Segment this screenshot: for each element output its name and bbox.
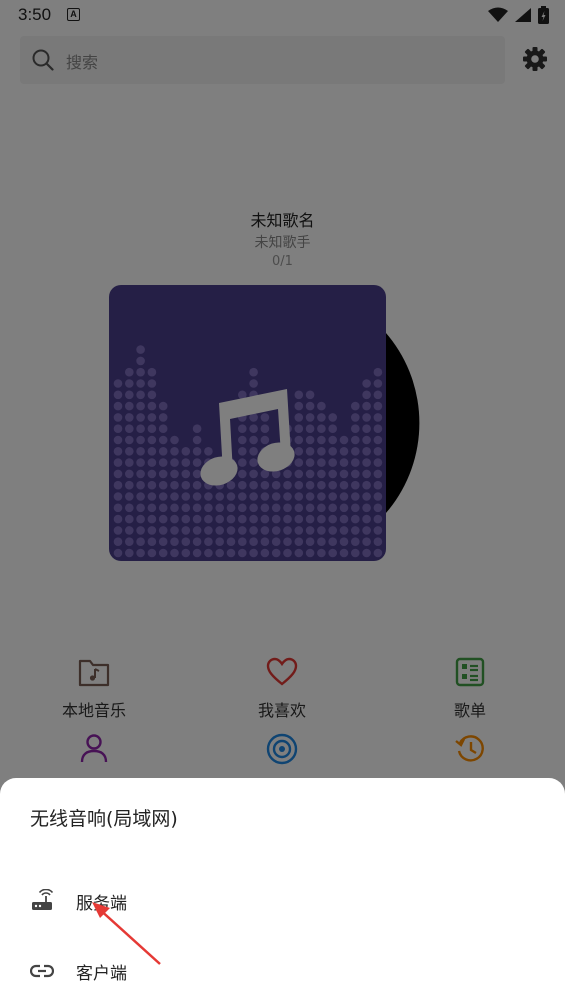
sheet-item-client[interactable]: 客户端 xyxy=(0,943,565,999)
annotation-arrow xyxy=(92,902,161,965)
sheet-item-server[interactable]: 服务端 xyxy=(0,873,565,929)
sheet-title: 无线音响(局域网) xyxy=(30,808,178,830)
router-icon xyxy=(32,889,54,910)
bottom-sheet: 无线音响(局域网) 服务端 客户端 xyxy=(0,778,565,1004)
link-icon xyxy=(30,964,54,978)
